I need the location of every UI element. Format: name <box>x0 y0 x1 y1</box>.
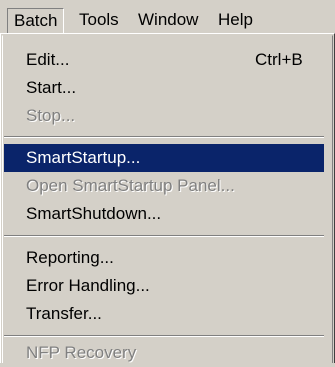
menu-item-label: Open SmartStartup Panel... <box>26 176 235 195</box>
menu-separator <box>4 235 324 237</box>
menu-item-error-handling[interactable]: Error Handling... <box>4 272 324 300</box>
menu-item-open-smartstartup-panel: Open SmartStartup Panel... <box>4 172 324 200</box>
menu-item-label: Edit... <box>26 50 70 69</box>
menu-item-label: Error Handling... <box>26 276 150 295</box>
menu-item-label: SmartStartup... <box>26 148 141 167</box>
menu-item-shortcut: Ctrl+B <box>255 50 303 69</box>
menu-item-start[interactable]: Start... <box>4 74 324 102</box>
menu-item-reporting[interactable]: Reporting... <box>4 244 324 272</box>
menu-item-edit[interactable]: Edit... Ctrl+B <box>4 46 324 74</box>
menu-item-label: Transfer... <box>26 304 102 323</box>
menu-item-label: Stop... <box>26 106 76 125</box>
menu-batch[interactable]: Batch <box>7 8 65 34</box>
menu-item-label: Start... <box>26 78 77 97</box>
menu-tools[interactable]: Tools <box>73 8 125 32</box>
menu-item-stop: Stop... <box>4 102 324 130</box>
menu-separator <box>4 335 324 337</box>
menu-window[interactable]: Window <box>132 8 204 32</box>
menu-item-transfer[interactable]: Transfer... <box>4 300 324 328</box>
menu-separator <box>4 136 324 138</box>
menu-item-smartstartup[interactable]: SmartStartup... <box>4 144 324 172</box>
menu-help[interactable]: Help <box>212 8 259 32</box>
menu-item-label: SmartShutdown... <box>26 204 162 223</box>
batch-dropdown-menu: Edit... Ctrl+B Start... Stop... SmartSta… <box>0 33 335 363</box>
menu-item-smartshutdown[interactable]: SmartShutdown... <box>4 200 324 228</box>
menu-item-label: Reporting... <box>26 248 114 267</box>
menu-bar: Batch Tools Window Help <box>0 0 335 34</box>
